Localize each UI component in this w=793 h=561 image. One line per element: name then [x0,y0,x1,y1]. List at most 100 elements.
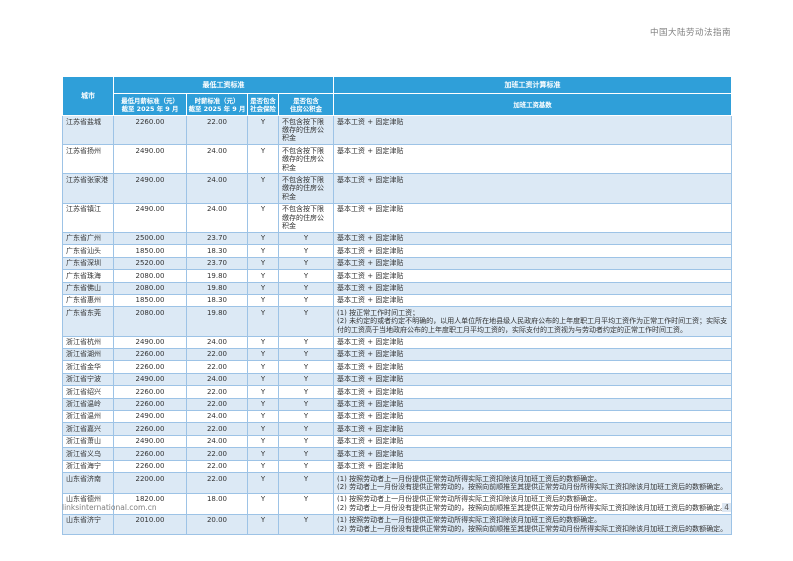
table-row: 广东省汕头 1850.00 18.30 Y Y 基本工资 + 固定津贴 [63,245,732,257]
overtime-base-cell: 基本工资 + 固定津贴 [334,203,732,232]
table-row: 浙江省宁波 2490.00 24.00 Y Y 基本工资 + 固定津贴 [63,373,732,385]
city-cell: 山东省济宁 [63,514,114,535]
social-insurance-cell: Y [248,294,279,306]
overtime-base-cell: 基本工资 + 固定津贴 [334,386,732,398]
city-cell: 广东省汕头 [63,245,114,257]
city-cell: 浙江省杭州 [63,336,114,348]
social-insurance-cell: Y [248,307,279,336]
col-header-hourly-wage: 时薪标准（元） 截至 2025 年 9 月 [187,94,248,116]
social-insurance-cell: Y [248,282,279,294]
social-insurance-cell: Y [248,336,279,348]
housing-fund-cell: Y [279,373,334,385]
table-row: 江苏省张家港 2490.00 24.00 Y 不包含按下限缴存的住房公积金 基本… [63,174,732,203]
city-cell: 广东省东莞 [63,307,114,336]
city-cell: 广东省珠海 [63,270,114,282]
table-row: 浙江省金华 2260.00 22.00 Y Y 基本工资 + 固定津贴 [63,361,732,373]
table-row: 浙江省湖州 2260.00 22.00 Y Y 基本工资 + 固定津贴 [63,348,732,360]
social-insurance-cell: Y [248,361,279,373]
housing-fund-cell: Y [279,348,334,360]
housing-fund-cell: Y [279,460,334,472]
housing-fund-cell: Y [279,245,334,257]
social-insurance-cell: Y [248,514,279,535]
table-row: 广东省佛山 2080.00 19.80 Y Y 基本工资 + 固定津贴 [63,282,732,294]
overtime-base-cell: 基本工资 + 固定津贴 [334,116,732,145]
table-body: 江苏省盐城 2260.00 22.00 Y 不包含按下限缴存的住房公积金 基本工… [63,116,732,535]
overtime-base-cell: 基本工资 + 固定津贴 [334,423,732,435]
social-insurance-cell: Y [248,174,279,203]
page-footer: linksinternational.com.cn 4 [62,503,731,512]
hourly-wage-cell: 22.00 [187,473,248,494]
overtime-base-cell: 基本工资 + 固定津贴 [334,361,732,373]
housing-fund-cell: 不包含按下限缴存的住房公积金 [279,145,334,174]
city-cell: 浙江省金华 [63,361,114,373]
monthly-wage-cell: 2200.00 [114,473,187,494]
city-cell: 浙江省温州 [63,410,114,422]
social-insurance-cell: Y [248,257,279,269]
monthly-wage-cell: 2490.00 [114,336,187,348]
overtime-base-cell: 基本工资 + 固定津贴 [334,145,732,174]
hourly-wage-cell: 18.30 [187,245,248,257]
city-cell: 浙江省宁波 [63,373,114,385]
col-header-overtime-base: 加班工资基数 [334,94,732,116]
overtime-base-cell: (1) 按照劳动者上一月份提供正常劳动所得实际工资扣除该月加班工资后的数额确定。… [334,473,732,494]
table-row: 浙江省绍兴 2260.00 22.00 Y Y 基本工资 + 固定津贴 [63,386,732,398]
hourly-wage-cell: 24.00 [187,145,248,174]
monthly-wage-cell: 2260.00 [114,386,187,398]
overtime-base-cell: (1) 按照劳动者上一月份提供正常劳动所得实际工资扣除该月加班工资后的数额确定。… [334,514,732,535]
overtime-base-cell: (1) 按正常工作时间工资； (2) 未约定的或者约定不明确的，以用人单位所在地… [334,307,732,336]
hourly-wage-cell: 24.00 [187,435,248,447]
hourly-wage-cell: 19.80 [187,307,248,336]
hourly-wage-cell: 24.00 [187,373,248,385]
table-row: 浙江省海宁 2260.00 22.00 Y Y 基本工资 + 固定津贴 [63,460,732,472]
housing-fund-cell: 不包含按下限缴存的住房公积金 [279,116,334,145]
hourly-wage-cell: 19.80 [187,270,248,282]
hourly-wage-cell: 24.00 [187,203,248,232]
hourly-wage-cell: 20.00 [187,514,248,535]
col-group-min-wage: 最低工资标准 [114,77,334,94]
city-cell: 江苏省扬州 [63,145,114,174]
housing-fund-cell: 不包含按下限缴存的住房公积金 [279,203,334,232]
city-cell: 山东省济南 [63,473,114,494]
social-insurance-cell: Y [248,423,279,435]
social-insurance-cell: Y [248,145,279,174]
col-header-housing-fund: 是否包含 住房公积金 [279,94,334,116]
monthly-wage-cell: 2260.00 [114,116,187,145]
monthly-wage-cell: 2490.00 [114,435,187,447]
hourly-wage-cell: 18.30 [187,294,248,306]
hourly-wage-cell: 22.00 [187,398,248,410]
social-insurance-cell: Y [248,410,279,422]
monthly-wage-cell: 2500.00 [114,232,187,244]
social-insurance-cell: Y [248,116,279,145]
page-number: 4 [722,503,731,512]
hourly-wage-cell: 22.00 [187,460,248,472]
table-row: 广东省广州 2500.00 23.70 Y Y 基本工资 + 固定津贴 [63,232,732,244]
social-insurance-cell: Y [248,203,279,232]
housing-fund-cell: Y [279,336,334,348]
city-cell: 浙江省义乌 [63,448,114,460]
social-insurance-cell: Y [248,270,279,282]
overtime-base-cell: 基本工资 + 固定津贴 [334,398,732,410]
overtime-base-cell: 基本工资 + 固定津贴 [334,257,732,269]
hourly-wage-cell: 24.00 [187,174,248,203]
monthly-wage-cell: 1850.00 [114,294,187,306]
hourly-wage-cell: 22.00 [187,348,248,360]
table-row: 江苏省镇江 2490.00 24.00 Y 不包含按下限缴存的住房公积金 基本工… [63,203,732,232]
city-cell: 浙江省绍兴 [63,386,114,398]
col-header-monthly-wage: 最低月薪标准（元） 截至 2025 年 9 月 [114,94,187,116]
city-cell: 广东省广州 [63,232,114,244]
housing-fund-cell: Y [279,386,334,398]
header-group-row: 城市 最低工资标准 加班工资计算标准 [63,77,732,94]
table-row: 广东省珠海 2080.00 19.80 Y Y 基本工资 + 固定津贴 [63,270,732,282]
overtime-base-cell: 基本工资 + 固定津贴 [334,294,732,306]
city-cell: 浙江省萧山 [63,435,114,447]
monthly-wage-cell: 2260.00 [114,423,187,435]
header-sub-row: 最低月薪标准（元） 截至 2025 年 9 月 时薪标准（元） 截至 2025 … [63,94,732,116]
col-header-city: 城市 [63,77,114,116]
city-cell: 广东省惠州 [63,294,114,306]
housing-fund-cell: Y [279,361,334,373]
housing-fund-cell: Y [279,435,334,447]
city-cell: 浙江省湖州 [63,348,114,360]
hourly-wage-cell: 22.00 [187,386,248,398]
city-cell: 江苏省张家港 [63,174,114,203]
overtime-base-cell: 基本工资 + 固定津贴 [334,282,732,294]
